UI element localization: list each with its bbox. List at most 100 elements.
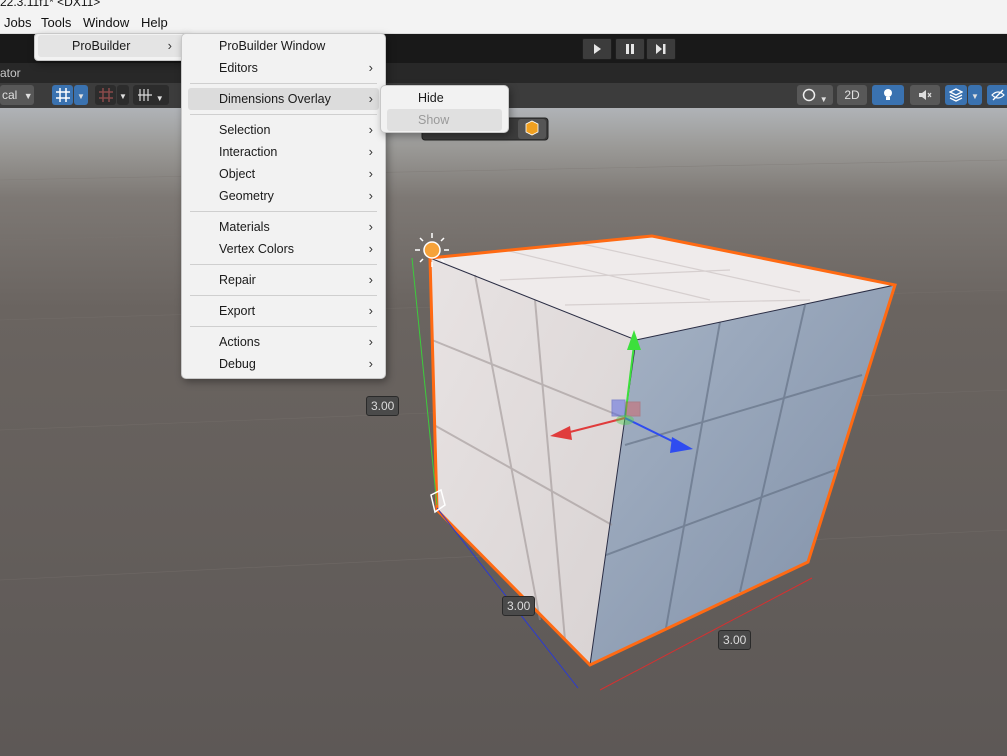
chevron-down-icon: ▼	[971, 92, 979, 101]
menu-item-label: Export	[219, 304, 256, 318]
scene-tab-bar	[0, 63, 1007, 83]
menu-item-label: Selection	[219, 123, 271, 137]
menu-item-hide[interactable]: Hide	[381, 87, 508, 109]
menu-item-label: Actions	[219, 335, 260, 349]
chevron-down-icon: ▼	[119, 92, 127, 101]
chevron-right-icon: ›	[368, 166, 373, 181]
menu-item-export[interactable]: Export ›	[182, 300, 385, 322]
width-dimension-label: 3.00	[718, 630, 752, 650]
menu-jobs[interactable]: Jobs	[4, 14, 31, 31]
menu-item-probuilder[interactable]: ProBuilder ›	[38, 35, 184, 57]
eye-slash-icon	[991, 89, 1005, 101]
menu-separator	[190, 264, 377, 265]
menu-item-label: Materials	[219, 220, 270, 234]
depth-dimension-label: 3.00	[502, 596, 536, 616]
menu-item-show[interactable]: Show	[387, 109, 502, 131]
menu-item-label: Show	[418, 113, 450, 127]
layers-icon	[948, 88, 964, 102]
menu-item-label: Editors	[219, 61, 258, 75]
menu-item-label: Repair	[219, 273, 256, 287]
menu-item-probuilder-window[interactable]: ProBuilder Window	[182, 35, 385, 57]
menu-item-label: ProBuilder	[72, 39, 131, 53]
chevron-right-icon: ›	[368, 334, 373, 349]
chevron-right-icon: ›	[368, 122, 373, 137]
menu-item-object[interactable]: Object ›	[182, 163, 385, 185]
menu-item-label: Hide	[418, 91, 444, 105]
menu-item-label: Object	[219, 167, 256, 181]
menu-item-selection[interactable]: Selection ›	[182, 119, 385, 141]
menu-item-label: ProBuilder Window	[219, 39, 326, 53]
scene-tab-label[interactable]: ator	[0, 66, 21, 80]
menu-separator	[190, 114, 377, 115]
chevron-right-icon: ›	[368, 303, 373, 318]
grid-icon	[138, 89, 153, 101]
audio-mute-icon	[919, 90, 932, 100]
chevron-down-icon: ▼	[819, 95, 828, 104]
grid-snap-dropdown[interactable]: ▼	[74, 85, 88, 105]
menu-item-dimensions-overlay[interactable]: Dimensions Overlay ›	[188, 88, 379, 110]
chevron-down-icon: ▼	[23, 91, 33, 101]
window-title-bar	[0, 0, 1007, 12]
menu-separator	[190, 326, 377, 327]
window-title: 22.3.11f1* <DX11>	[0, 0, 101, 9]
draw-mode-dropdown[interactable]: ▼	[797, 85, 833, 105]
menu-item-repair[interactable]: Repair ›	[182, 269, 385, 291]
menu-help[interactable]: Help	[141, 14, 168, 31]
height-dimension-label: 3.00	[366, 396, 400, 416]
pivot-dropdown[interactable]: cal ▼	[0, 85, 34, 105]
grid-snap-icon	[55, 88, 70, 102]
grid-visibility-dropdown[interactable]: ▼	[133, 85, 169, 105]
menubar: Jobs Tools Window Help	[0, 12, 1007, 34]
menu-item-label: Vertex Colors	[219, 242, 295, 256]
menu-separator	[190, 295, 377, 296]
menu-item-debug[interactable]: Debug ›	[182, 353, 385, 375]
effects-toggle[interactable]	[945, 85, 967, 105]
menu-item-interaction[interactable]: Interaction ›	[182, 141, 385, 163]
chevron-right-icon: ›	[368, 219, 373, 234]
probuilder-submenu: ProBuilder Window Editors › Dimensions O…	[181, 33, 386, 379]
step-button[interactable]	[646, 38, 676, 60]
increment-snap-button[interactable]	[95, 85, 116, 105]
menu-item-materials[interactable]: Materials ›	[182, 216, 385, 238]
menu-item-vertex-colors[interactable]: Vertex Colors ›	[182, 238, 385, 260]
chevron-down-icon: ▼	[155, 94, 164, 103]
view-2d-toggle[interactable]: 2D	[837, 85, 867, 105]
menu-tools[interactable]: Tools	[41, 14, 71, 31]
light-icon	[884, 89, 892, 100]
play-icon	[594, 44, 601, 54]
chevron-right-icon: ›	[368, 241, 373, 256]
chevron-right-icon: ›	[167, 38, 172, 53]
menu-item-label: Geometry	[219, 189, 274, 203]
pause-icon	[626, 44, 634, 54]
menu-item-geometry[interactable]: Geometry ›	[182, 185, 385, 207]
tools-menu: ProBuilder ›	[34, 33, 188, 61]
pivot-label: cal	[2, 88, 18, 102]
menu-window[interactable]: Window	[83, 14, 129, 31]
step-icon	[656, 44, 666, 54]
audio-toggle[interactable]	[910, 85, 940, 105]
pause-button[interactable]	[615, 38, 645, 60]
menu-separator	[190, 83, 377, 84]
shading-icon	[803, 88, 816, 102]
scene-viewport[interactable]	[0, 108, 1007, 756]
increment-snap-icon	[98, 88, 113, 102]
chevron-down-icon: ▼	[77, 92, 85, 101]
chevron-right-icon: ›	[368, 188, 373, 203]
chevron-right-icon: ›	[368, 91, 373, 106]
menu-item-label: Debug	[219, 357, 256, 371]
chevron-right-icon: ›	[368, 60, 373, 75]
menu-item-actions[interactable]: Actions ›	[182, 331, 385, 353]
increment-snap-dropdown[interactable]: ▼	[117, 85, 129, 105]
grid-snap-button[interactable]	[52, 85, 73, 105]
lighting-toggle[interactable]	[872, 85, 904, 105]
menu-item-label: Interaction	[219, 145, 278, 159]
menu-item-label: Dimensions Overlay	[219, 92, 331, 106]
scene-view-graphic	[0, 117, 1007, 691]
chevron-right-icon: ›	[368, 356, 373, 371]
play-button[interactable]	[582, 38, 612, 60]
menu-separator	[190, 211, 377, 212]
dimensions-overlay-submenu: Hide Show	[380, 85, 509, 133]
hidden-objects-toggle[interactable]	[987, 85, 1007, 105]
effects-dropdown[interactable]: ▼	[968, 85, 982, 105]
menu-item-editors[interactable]: Editors ›	[182, 57, 385, 79]
